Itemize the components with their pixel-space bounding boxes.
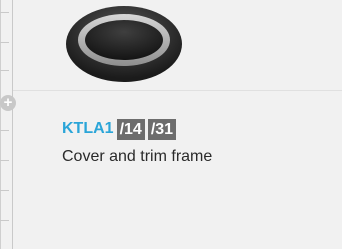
product-description: Cover and trim frame: [62, 148, 213, 165]
plus-icon[interactable]: +: [0, 95, 16, 111]
timeline-tick: [0, 190, 9, 191]
product-code-row: KTLA1 /14 /31: [62, 118, 179, 140]
timeline-tick: [0, 220, 9, 221]
timeline-tick: [0, 130, 9, 131]
timeline-line: [12, 0, 13, 249]
product-code: KTLA1: [62, 120, 114, 137]
round-cover-icon: [66, 6, 182, 82]
left-border: [0, 0, 1, 249]
timeline-tick: [0, 160, 9, 161]
section-divider: [13, 90, 342, 91]
product-card: + KTLA1 /14 /31 Cover and trim frame: [0, 0, 342, 249]
timeline-tick: [0, 70, 9, 71]
option-chip-14: /14: [116, 118, 145, 140]
timeline-tick: [0, 42, 9, 43]
option-chip-31: /31: [147, 118, 177, 140]
timeline-tick: [0, 12, 9, 13]
